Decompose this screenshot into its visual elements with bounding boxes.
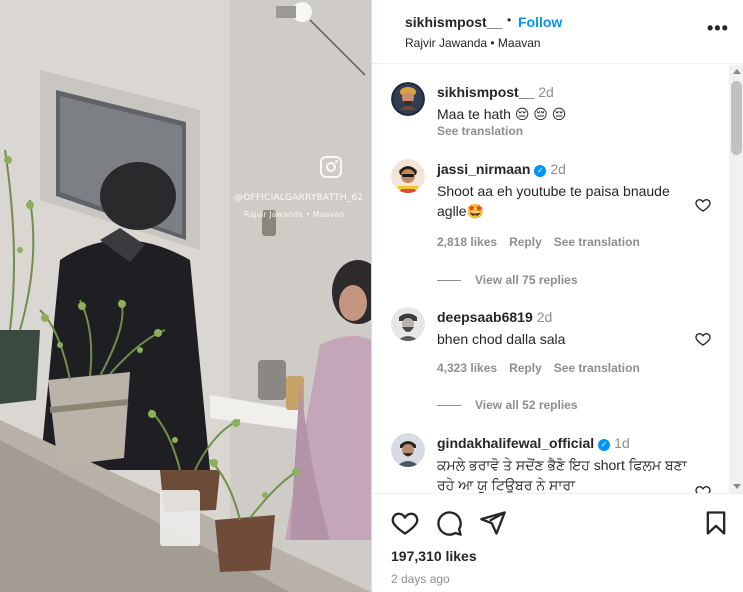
avatar[interactable]: [391, 307, 425, 341]
scroll-down-arrow-icon[interactable]: [733, 484, 741, 489]
comment-username[interactable]: sikhismpost__: [437, 84, 534, 100]
scroll-up-arrow-icon[interactable]: [733, 69, 741, 74]
post-media[interactable]: @OFFICIALGARRYBATTH_62 Rajvir Jawanda • …: [0, 0, 371, 592]
post-panel: sikhismpost__ • Follow Rajvir Jawanda • …: [371, 0, 743, 592]
comment-time[interactable]: 2d: [550, 161, 566, 177]
comment-likes-count[interactable]: 4,323 likes: [437, 361, 497, 375]
view-replies-label: View all 75 replies: [475, 273, 578, 287]
verified-badge-icon: ✓: [534, 165, 547, 177]
comment-username[interactable]: gindakhalifewal_official: [437, 435, 594, 451]
post-header: sikhismpost__ • Follow Rajvir Jawanda • …: [372, 0, 743, 64]
comment-like-heart-icon[interactable]: [695, 484, 711, 493]
replies-divider: [437, 405, 461, 407]
comment-text: ਕਮਲੇ ਭਰਾਵੋ ਤੇ ਸਦੋਂਣ ਭੈਣੋ ਇਹ short ਫਿਲਮ ਬ…: [437, 457, 687, 493]
reply-button[interactable]: Reply: [509, 361, 542, 375]
watermark-handle: @OFFICIALGARRYBATTH_62: [234, 193, 364, 203]
share-icon[interactable]: [479, 509, 507, 537]
comment-text: bhen chod dalla sala: [437, 331, 566, 347]
reply-button[interactable]: Reply: [509, 235, 542, 249]
watermark-audio: Rajvir Jawanda • Maavan: [244, 210, 345, 219]
avatar[interactable]: [391, 433, 425, 467]
comment-username[interactable]: jassi_nirmaan: [437, 161, 530, 177]
comment-time[interactable]: 1d: [614, 435, 630, 451]
view-replies-button[interactable]: View all 75 replies: [437, 273, 578, 287]
avatar[interactable]: [391, 82, 425, 116]
heart-icon[interactable]: [391, 509, 419, 537]
post-date[interactable]: 2 days ago: [391, 572, 450, 586]
video-frame: [0, 0, 371, 592]
replies-divider: [437, 280, 461, 282]
see-translation-link[interactable]: See translation: [554, 361, 640, 375]
view-replies-button[interactable]: View all 52 replies: [437, 398, 578, 412]
see-translation-link[interactable]: See translation: [437, 124, 523, 138]
caption: sikhismpost__ 2d Maa te hath 😔 😔 😔 See tr…: [391, 82, 721, 152]
comment-username[interactable]: deepsaab6819: [437, 309, 533, 325]
scrollbar-thumb[interactable]: [731, 81, 742, 155]
view-replies-label: View all 52 replies: [475, 398, 578, 412]
audio-label[interactable]: Rajvir Jawanda • Maavan: [405, 36, 541, 50]
verified-badge-icon: ✓: [598, 439, 611, 451]
post-actions: 197,310 likes 2 days ago: [372, 493, 743, 592]
comment-time[interactable]: 2d: [537, 309, 553, 325]
comment-text: Maa te hath 😔 😔 😔: [437, 106, 567, 122]
more-options-icon[interactable]: •••: [707, 18, 729, 39]
follow-button[interactable]: Follow: [518, 14, 562, 30]
comment-item: gindakhalifewal_official ✓ 1d ਕਮਲੇ ਭਰਾਵੋ ਤ…: [391, 433, 721, 493]
comments-scrollbar[interactable]: [729, 65, 743, 493]
avatar[interactable]: [391, 159, 425, 193]
bookmark-icon[interactable]: [702, 509, 730, 537]
comment-item: deepsaab6819 2d bhen chod dalla sala 4,32…: [391, 307, 721, 417]
likes-count[interactable]: 197,310 likes: [391, 548, 477, 564]
comments-list[interactable]: sikhismpost__ 2d Maa te hath 😔 😔 😔 See tr…: [372, 65, 729, 493]
comment-likes-count[interactable]: 2,818 likes: [437, 235, 497, 249]
separator-dot: •: [507, 13, 512, 27]
comment-text: Shoot aa eh youtube te paisa bnaude agll…: [437, 183, 670, 219]
see-translation-link[interactable]: See translation: [554, 235, 640, 249]
comment-like-heart-icon[interactable]: [695, 197, 711, 213]
post-author-username[interactable]: sikhismpost__: [405, 14, 502, 30]
comment-icon[interactable]: [435, 509, 463, 537]
comment-item: jassi_nirmaan ✓ 2d Shoot aa eh youtube te …: [391, 159, 721, 289]
instagram-icon: [320, 156, 342, 178]
comment-like-heart-icon[interactable]: [695, 331, 711, 347]
comment-time[interactable]: 2d: [538, 84, 554, 100]
